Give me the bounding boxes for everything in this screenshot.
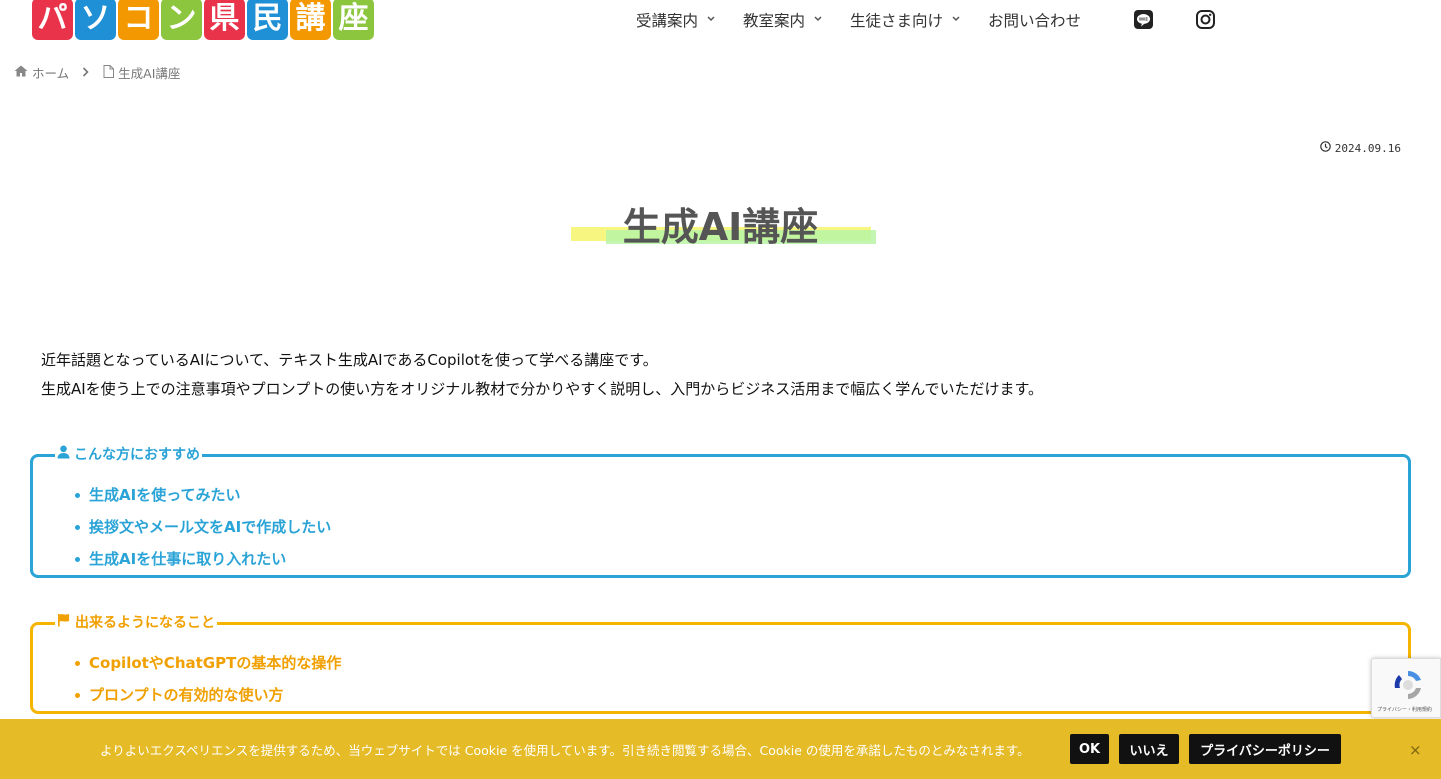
nav-label: 教室案内 <box>743 12 806 30</box>
logo-tile: 座 <box>333 0 374 40</box>
breadcrumb-home-label: ホーム <box>32 66 70 81</box>
logo-tile: コ <box>118 0 159 40</box>
cookie-ok-button[interactable]: OK <box>1070 734 1109 764</box>
page-title: 生成AI講座 <box>622 205 819 249</box>
chevron-down-icon <box>814 15 822 25</box>
nav-label: 生徒さま向け <box>850 12 944 30</box>
heading-label: こんな方におすすめ <box>74 447 200 463</box>
list-item: 生成AIを仕事に取り入れたい <box>75 543 1408 575</box>
document-icon <box>103 64 115 81</box>
list-item: プロンプトの有効的な使い方 <box>75 679 1408 711</box>
home-icon <box>14 65 28 80</box>
nav-item-seito[interactable]: 生徒さま向け <box>850 9 960 31</box>
line-icon <box>1134 10 1153 33</box>
chevron-down-icon <box>707 15 715 25</box>
nav-label: お問い合わせ <box>988 12 1082 30</box>
global-nav: 受講案内 教室案内 生徒さま向け お問い合わせ <box>636 9 1109 31</box>
breadcrumb: ホーム 生成AI講座 <box>14 63 180 82</box>
recommend-list: 生成AIを使ってみたい 挨拶文やメール文をAIで作成したい 生成AIを仕事に取り… <box>33 457 1408 575</box>
nav-item-kyoshitsu[interactable]: 教室案内 <box>743 9 822 31</box>
post-date: 2024.09.16 <box>1319 141 1401 155</box>
privacy-policy-button[interactable]: プライバシーポリシー <box>1189 734 1341 764</box>
recaptcha-links[interactable]: プライバシー・利用規約 <box>1377 706 1432 713</box>
nav-label: 受講案内 <box>636 12 699 30</box>
list-item: 挨拶文やメール文をAIで作成したい <box>75 511 1408 543</box>
goals-box: 出来るようになること CopilotやChatGPTの基本的な操作 プロンプトの… <box>30 612 1411 714</box>
list-item: 生成AIを使ってみたい <box>75 479 1408 511</box>
cookie-consent-bar: よりよいエクスペリエンスを提供するため、当ウェブサイトでは Cookie を使用… <box>0 719 1441 779</box>
goals-box-heading: 出来るようになること <box>55 612 217 632</box>
list-item: CopilotやChatGPTの基本的な操作 <box>75 647 1408 679</box>
chevron-down-icon <box>952 15 960 25</box>
logo-tile: ン <box>161 0 202 40</box>
goals-list: CopilotやChatGPTの基本的な操作 プロンプトの有効的な使い方 <box>33 625 1408 711</box>
logo-tile: 講 <box>290 0 331 40</box>
breadcrumb-current-label: 生成AI講座 <box>118 66 181 81</box>
close-icon[interactable]: × <box>1409 741 1422 759</box>
breadcrumb-home[interactable]: ホーム <box>14 63 69 82</box>
nav-item-juko[interactable]: 受講案内 <box>636 9 715 31</box>
intro-text: 近年話題となっているAIについて、テキスト生成AIであるCopilotを使って学… <box>41 346 1043 404</box>
breadcrumb-current: 生成AI講座 <box>103 63 180 82</box>
logo-tile: パ <box>32 0 73 40</box>
recaptcha-icon <box>1391 668 1425 706</box>
logo-tile: 県 <box>204 0 245 40</box>
site-header: パソコン県民講座 受講案内 教室案内 生徒さま向け お問い合わせ <box>0 0 1441 50</box>
recaptcha-badge[interactable]: プライバシー・利用規約 <box>1371 658 1441 718</box>
user-icon <box>57 445 70 463</box>
cookie-reject-button[interactable]: いいえ <box>1119 734 1179 764</box>
instagram-link[interactable] <box>1196 10 1215 33</box>
intro-line: 生成AIを使う上での注意事項やプロンプトの使い方をオリジナル教材で分かりやすく説… <box>41 380 1043 398</box>
recommend-box: こんな方におすすめ 生成AIを使ってみたい 挨拶文やメール文をAIで作成したい … <box>30 444 1411 578</box>
instagram-icon <box>1196 10 1215 33</box>
recommend-box-heading: こんな方におすすめ <box>55 444 202 464</box>
post-date-text: 2024.09.16 <box>1334 141 1401 155</box>
page-title-block: 生成AI講座 <box>0 190 1441 260</box>
site-logo[interactable]: パソコン県民講座 <box>32 0 374 40</box>
heading-label: 出来るようになること <box>75 615 215 631</box>
nav-item-contact[interactable]: お問い合わせ <box>988 9 1081 31</box>
logo-tile: 民 <box>247 0 288 40</box>
intro-line: 近年話題となっているAIについて、テキスト生成AIであるCopilotを使って学… <box>41 351 658 369</box>
line-link[interactable] <box>1134 10 1153 33</box>
clock-icon <box>1319 141 1331 155</box>
cookie-message: よりよいエクスペリエンスを提供するため、当ウェブサイトでは Cookie を使用… <box>100 743 1030 758</box>
flag-icon <box>57 613 71 631</box>
logo-tile: ソ <box>75 0 116 40</box>
chevron-right-icon <box>82 66 89 80</box>
